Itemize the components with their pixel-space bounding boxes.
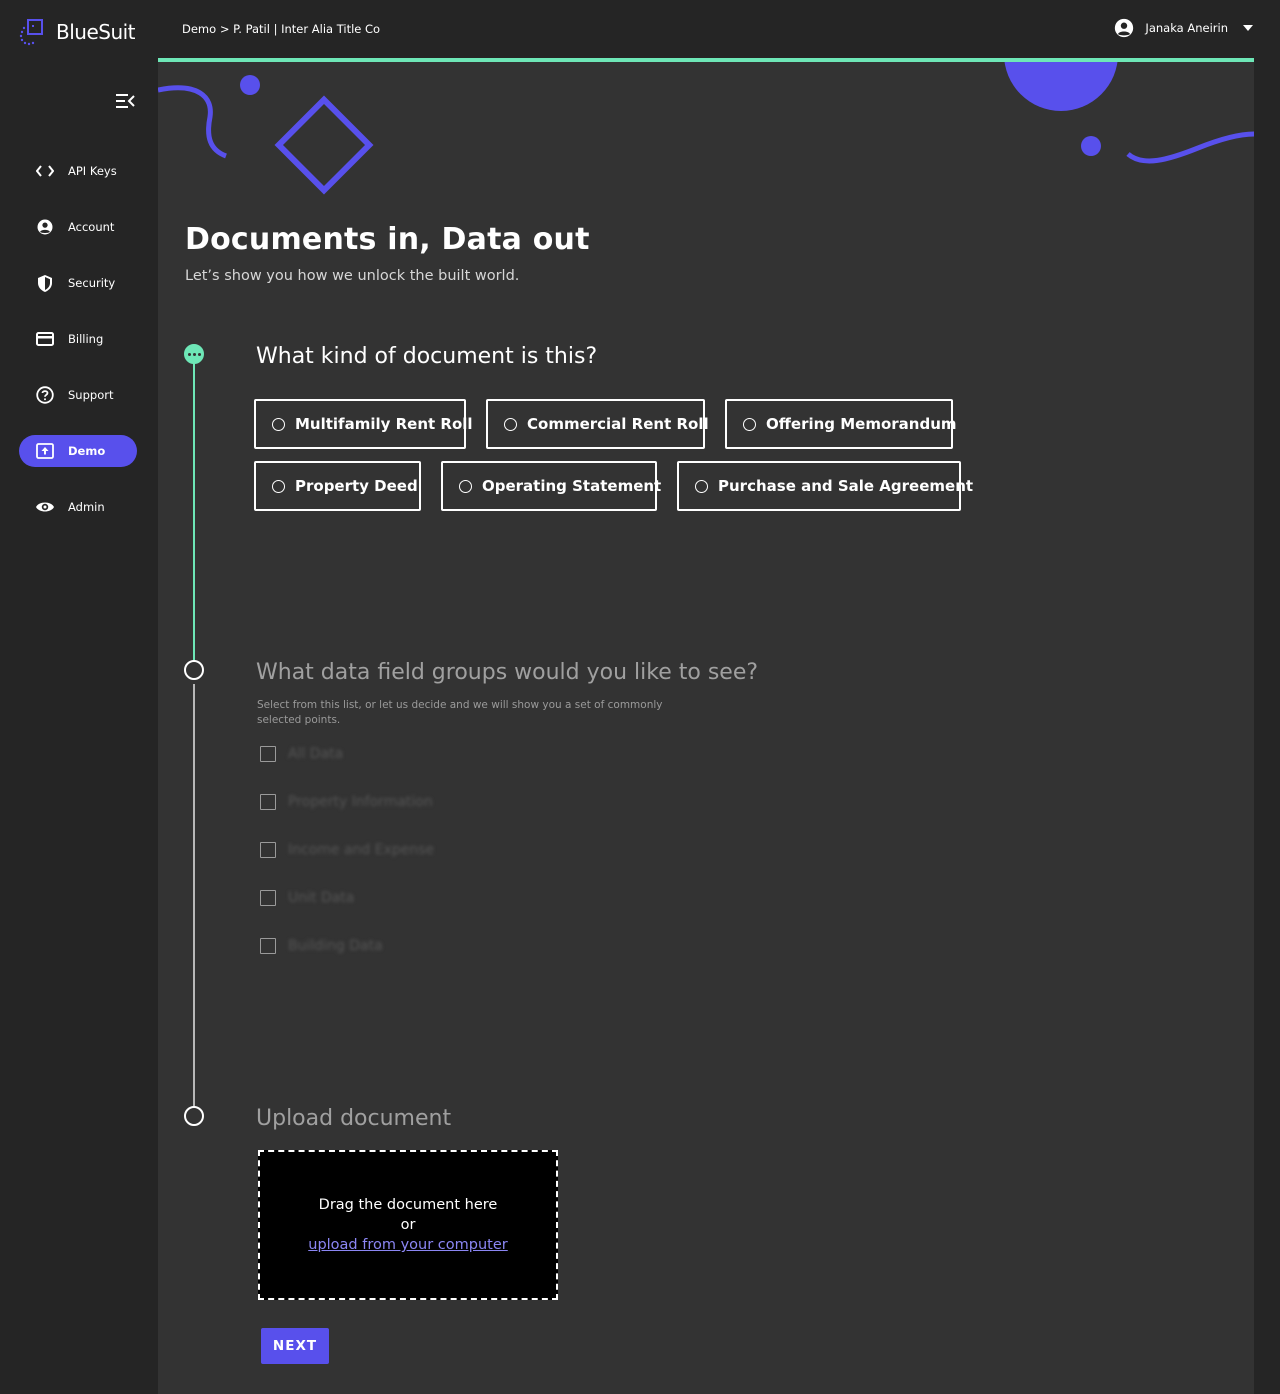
step-indicator-active [184, 344, 204, 364]
dropzone-text: Drag the document here [318, 1197, 498, 1213]
radio-icon [272, 417, 285, 431]
checkbox-icon [260, 842, 276, 858]
page-title: Documents in, Data out [185, 222, 590, 257]
checkbox-icon [260, 890, 276, 906]
sidebar-item-label: Account [68, 220, 115, 234]
radio-icon [459, 479, 472, 493]
logo[interactable]: BlueSuit [18, 18, 136, 46]
sidebar-item-account[interactable]: Account [19, 211, 137, 243]
eye-icon [35, 497, 55, 517]
checkbox-icon [260, 794, 276, 810]
sidebar-item-admin[interactable]: Admin [19, 491, 137, 523]
main-card: Documents in, Data out Let’s show you ho… [158, 58, 1254, 1394]
timeline-segment-active [193, 362, 195, 674]
sidebar-item-support[interactable]: Support [19, 379, 137, 411]
option-commercial-rent-roll[interactable]: Commercial Rent Roll [486, 399, 709, 449]
collapse-menu-icon[interactable] [114, 91, 136, 111]
app-name: BlueSuit [56, 20, 136, 44]
credit-card-icon [35, 329, 55, 349]
radio-icon [272, 479, 285, 493]
upload-box-icon [35, 441, 55, 461]
checkbox-property-information[interactable]: Property Information [260, 794, 433, 810]
step2-title: What data field groups would you like to… [256, 660, 759, 685]
sidebar-item-label: Admin [68, 500, 105, 514]
chevron-down-icon[interactable] [1242, 22, 1254, 34]
radio-icon [695, 479, 708, 493]
user-menu[interactable]: Janaka Aneirin [1113, 17, 1254, 39]
sidebar: API Keys Account Security Billing Suppor… [0, 58, 158, 1394]
option-operating-statement[interactable]: Operating Statement [441, 461, 661, 511]
option-property-deed[interactable]: Property Deed [254, 461, 421, 511]
sidebar-item-security[interactable]: Security [19, 267, 137, 299]
timeline-segment [193, 684, 195, 1114]
option-purchase-and-sale-agreement[interactable]: Purchase and Sale Agreement [677, 461, 973, 511]
checkbox-all-data[interactable]: All Data [260, 746, 343, 762]
sidebar-item-demo[interactable]: Demo [19, 435, 137, 467]
checkbox-icon [260, 938, 276, 954]
page-subtitle: Let’s show you how we unlock the built w… [185, 268, 520, 284]
option-multifamily-rent-roll[interactable]: Multifamily Rent Roll [254, 399, 473, 449]
sidebar-item-billing[interactable]: Billing [19, 323, 137, 355]
bluesuit-logo-icon [19, 19, 43, 46]
dropzone-or: or [400, 1217, 416, 1233]
sidebar-item-label: Demo [68, 444, 106, 458]
step3-title: Upload document [256, 1106, 452, 1131]
step-indicator [184, 1106, 204, 1126]
breadcrumb: Demo > P. Patil | Inter Alia Title Co [182, 22, 381, 36]
sidebar-item-api-keys[interactable]: API Keys [19, 155, 137, 187]
top-bar: BlueSuit Demo > P. Patil | Inter Alia Ti… [0, 0, 1280, 58]
user-name: Janaka Aneirin [1145, 21, 1228, 35]
user-avatar-icon [1115, 18, 1134, 38]
next-button[interactable]: NEXT [261, 1328, 329, 1364]
sidebar-item-label: Billing [68, 332, 104, 346]
step-indicator [184, 660, 204, 680]
upload-link[interactable]: upload from your computer [308, 1235, 508, 1255]
checkbox-income-and-expense[interactable]: Income and Expense [260, 842, 434, 858]
shield-icon [35, 273, 55, 293]
step1-title: What kind of document is this? [256, 344, 598, 369]
step2-hint: Select from this list, or let us decide … [257, 699, 663, 726]
upload-dropzone[interactable]: Drag the document here or upload from yo… [258, 1150, 558, 1300]
sidebar-item-label: Security [68, 276, 116, 290]
checkbox-unit-data[interactable]: Unit Data [260, 890, 354, 906]
user-circle-icon [35, 217, 55, 237]
sidebar-item-label: API Keys [68, 164, 117, 178]
code-icon [35, 161, 55, 181]
sidebar-item-label: Support [68, 388, 114, 402]
radio-icon [504, 417, 517, 431]
help-circle-icon [35, 385, 55, 405]
checkbox-building-data[interactable]: Building Data [260, 938, 383, 954]
decorative-shapes [158, 62, 1254, 195]
radio-icon [743, 417, 756, 431]
checkbox-icon [260, 746, 276, 762]
option-offering-memorandum[interactable]: Offering Memorandum [725, 399, 957, 449]
